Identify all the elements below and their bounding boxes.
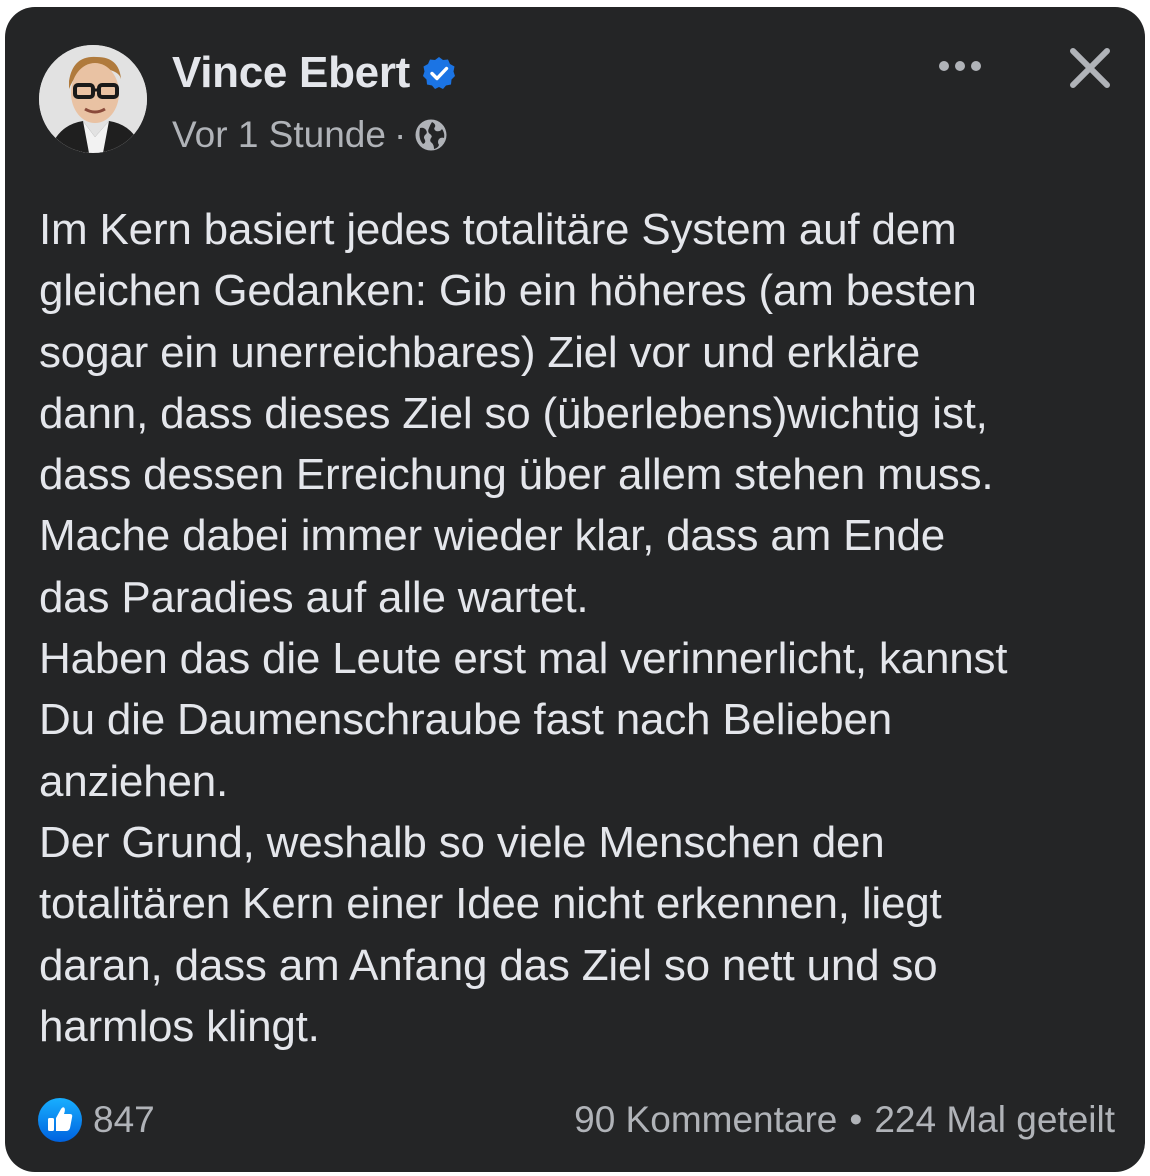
author-avatar[interactable]: [39, 45, 147, 153]
shares-count[interactable]: 224 Mal geteilt: [874, 1099, 1115, 1141]
meta-separator: ·: [393, 114, 407, 155]
more-dots-icon: [939, 61, 981, 71]
author-name[interactable]: Vince Ebert: [172, 48, 410, 98]
post-timestamp[interactable]: Vor 1 Stunde: [172, 114, 386, 156]
post-text: Im Kern basiert jedes totalitäre System …: [39, 205, 1008, 1051]
author-row: Vince Ebert: [172, 45, 456, 101]
comments-count[interactable]: 90 Kommentare: [574, 1099, 837, 1141]
stats-separator: •: [849, 1099, 863, 1140]
close-icon: [1070, 48, 1110, 88]
avatar-photo-icon: [39, 45, 147, 153]
more-options-button[interactable]: [930, 47, 990, 87]
post-card: Vince Ebert Vor 1 Stunde · Im Kern basie…: [5, 7, 1145, 1172]
close-button[interactable]: [1063, 41, 1117, 95]
verified-badge-icon: [422, 56, 456, 90]
like-reaction-icon: [37, 1097, 83, 1143]
engagement-stats: 90 Kommentare • 224 Mal geteilt: [574, 1099, 1115, 1141]
post-meta: Vor 1 Stunde ·: [172, 111, 448, 159]
reactions-summary[interactable]: 847: [37, 1097, 155, 1143]
post-footer: 847 90 Kommentare • 224 Mal geteilt: [37, 1092, 1115, 1148]
like-count: 847: [93, 1099, 155, 1140]
globe-icon[interactable]: [414, 118, 448, 152]
